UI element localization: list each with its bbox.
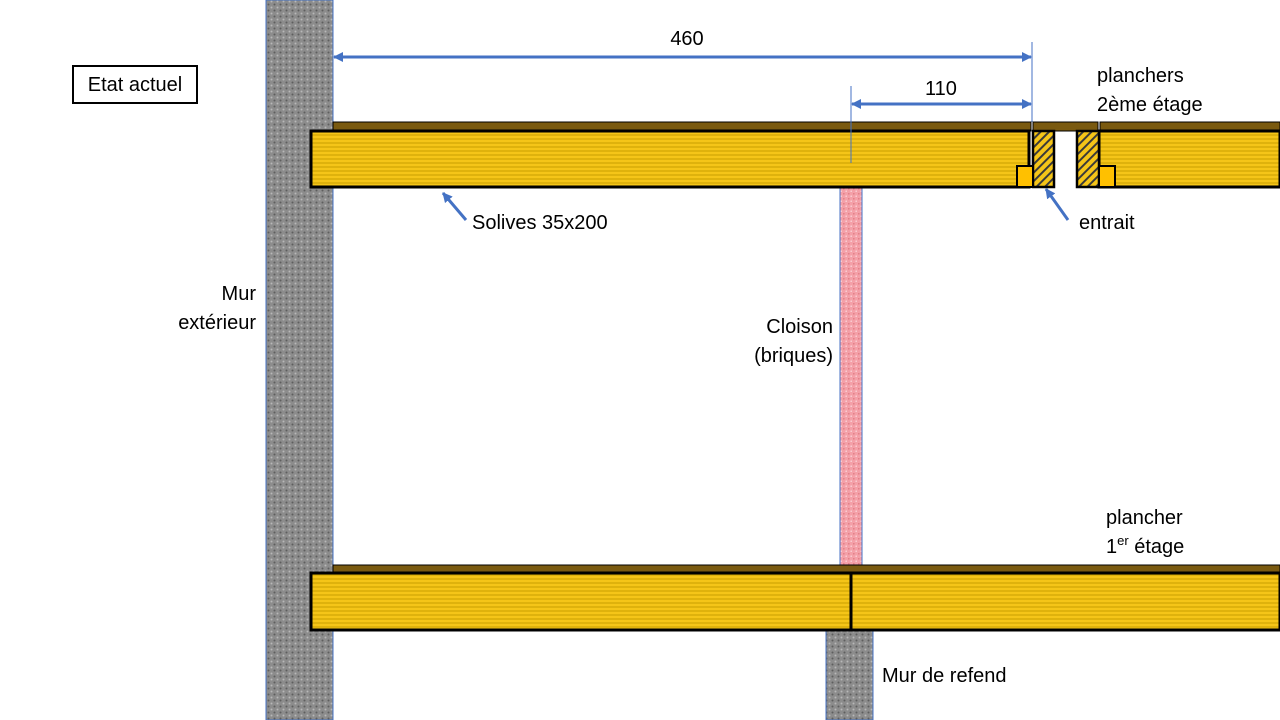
exterior-wall-label-line2: extérieur (178, 312, 256, 334)
lower-floor-label-num: 1 (1106, 536, 1117, 558)
tie-beam-right (1075, 129, 1101, 189)
tie-beam-left (1031, 129, 1056, 189)
lower-joist-right (849, 571, 1280, 632)
tie-beam-label: entrait (1079, 212, 1135, 234)
lower-floor-label-line2: 1er étage (1106, 533, 1184, 558)
bearing-wall-label: Mur de refend (882, 665, 1007, 687)
exterior-wall-label-line1: Mur (222, 283, 257, 305)
lower-floor-label-rest: étage (1129, 536, 1185, 558)
upper-floorboard-mid (1032, 121, 1099, 132)
lower-floor-label-sup: er (1117, 533, 1129, 548)
brick-partition (839, 187, 863, 566)
title-label: Etat actuel (88, 74, 183, 96)
floor-section-diagram: Etat actuel 460 110 planchers 2ème étage… (72, 0, 1280, 720)
bearing-wall (825, 629, 874, 720)
dimension-overall-label: 460 (670, 28, 703, 50)
lower-floor-label-line1: plancher (1106, 507, 1183, 529)
partition-label-line1: Cloison (766, 316, 833, 338)
tie-beam-pointer-arrow (1044, 188, 1070, 221)
partition-label-line2: (briques) (754, 345, 833, 367)
upper-floors-label-line2: 2ème étage (1097, 94, 1203, 116)
upper-joist (309, 129, 1031, 189)
dimension-partial-label: 110 (925, 78, 957, 100)
support-block-right (1098, 165, 1116, 188)
upper-floors-label-line1: planchers (1097, 65, 1184, 87)
joist-label: Solives 35x200 (472, 212, 608, 234)
upper-joist-right (1097, 129, 1280, 189)
joist-pointer-arrow (441, 192, 468, 221)
lower-joist-left (309, 571, 853, 632)
support-block-left (1016, 165, 1034, 188)
